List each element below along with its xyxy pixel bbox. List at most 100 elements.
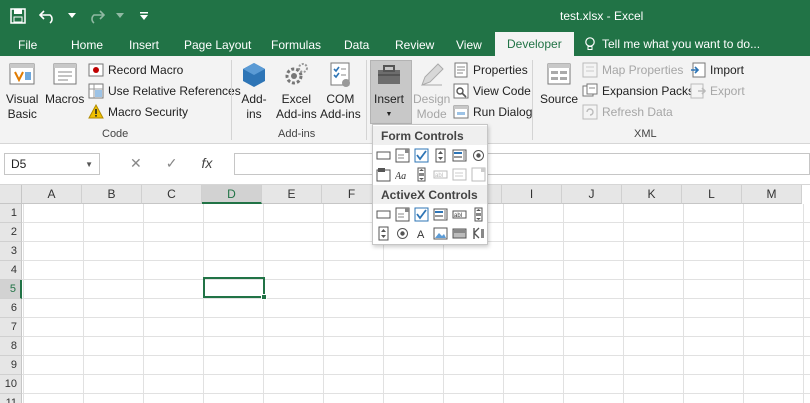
redo-icon[interactable] [86,6,106,26]
active-cell-d5[interactable] [203,277,267,300]
save-icon[interactable] [8,6,28,26]
column-header-a[interactable]: A [22,185,82,204]
export-button[interactable]: Export [690,81,745,101]
visual-basic-label-1: Visual [6,92,39,106]
column-header-m[interactable]: M [742,185,802,204]
column-header-c[interactable]: C [142,185,202,204]
formula-input[interactable] [234,153,810,175]
row-header-1[interactable]: 1 [0,204,22,223]
activex-combo-box-icon[interactable] [394,206,411,223]
insert-label: Insert [374,92,405,106]
column-header-j[interactable]: J [562,185,622,204]
row-header-7[interactable]: 7 [0,318,22,337]
enter-icon[interactable]: ✓ [166,155,178,172]
tab-review[interactable]: Review [395,38,434,52]
row-header-4[interactable]: 4 [0,261,22,280]
column-header-b[interactable]: B [82,185,142,204]
form-option-button-icon[interactable] [470,147,487,164]
more-controls-icon[interactable] [470,225,487,242]
activex-checkbox-icon[interactable] [413,206,430,223]
activex-scroll-bar-icon[interactable] [470,206,487,223]
activex-controls-row-2: A [375,225,487,242]
row-header-8[interactable]: 8 [0,337,22,356]
select-all-corner[interactable] [0,185,22,204]
map-properties-button[interactable]: Map Properties [582,60,683,80]
properties-button[interactable]: Properties [453,60,528,80]
activex-option-button-icon[interactable] [394,225,411,242]
row-header-3[interactable]: 3 [0,242,22,261]
run-dialog-icon [453,105,469,119]
run-dialog-button[interactable]: Run Dialog [453,102,532,122]
tab-insert[interactable]: Insert [129,38,159,52]
design-mode-button[interactable]: Design Mode [413,60,450,122]
fill-handle[interactable] [261,294,267,300]
tab-home[interactable]: Home [71,38,103,52]
form-scroll-bar-icon[interactable] [413,166,430,183]
properties-icon [454,62,468,78]
use-relative-references-button[interactable]: Use Relative References [88,81,241,101]
name-box[interactable]: D5 ▼ [4,153,100,175]
add-ins-icon [243,63,265,87]
form-group-box-icon[interactable] [375,166,392,183]
form-combo-box-icon[interactable] [394,147,411,164]
tab-page-layout[interactable]: Page Layout [184,38,251,52]
form-button-icon[interactable] [375,147,392,164]
column-header-i[interactable]: I [502,185,562,204]
source-button[interactable]: Source [540,60,578,107]
activex-spin-button-icon[interactable] [375,225,392,242]
insert-function-icon[interactable]: fx [201,155,212,172]
com-add-ins-label-1: COM [326,92,355,106]
row-header-6[interactable]: 6 [0,299,22,318]
activex-command-button-icon[interactable] [375,206,392,223]
tab-data[interactable]: Data [344,38,369,52]
record-macro-button[interactable]: Record Macro [88,60,183,80]
design-mode-icon [420,63,444,86]
form-list-box-icon[interactable] [451,147,468,164]
tab-file[interactable]: File [18,38,37,52]
row-header-9[interactable]: 9 [0,356,22,375]
view-code-button[interactable]: View Code [453,81,531,101]
cancel-icon[interactable]: ✕ [130,155,142,172]
form-spin-button-icon[interactable] [432,147,449,164]
column-header-e[interactable]: E [262,185,322,204]
undo-dropdown-icon[interactable] [68,6,76,26]
macros-button[interactable]: Macros [45,60,84,107]
add-ins-button[interactable]: Add- ins [239,60,269,122]
form-checkbox-icon[interactable] [413,147,430,164]
visual-basic-button[interactable]: Visual Basic [6,60,38,122]
column-header-k[interactable]: K [622,185,682,204]
tell-me-box[interactable]: Tell me what you want to do... [584,37,760,51]
expansion-packs-icon [582,83,598,97]
redo-dropdown-icon[interactable] [116,6,124,26]
row-header-11[interactable]: 11 [0,394,22,403]
warning-icon [88,104,104,119]
chevron-down-icon[interactable]: ▼ [85,160,93,169]
macro-security-button[interactable]: Macro Security [88,102,188,122]
excel-add-ins-button[interactable]: Excel Add-ins [276,60,317,122]
tab-view[interactable]: View [456,38,482,52]
macro-security-label: Macro Security [108,105,189,119]
xml-source-icon [547,63,571,85]
tab-formulas[interactable]: Formulas [271,38,321,52]
row-header-10[interactable]: 10 [0,375,22,394]
insert-controls-button[interactable]: Insert ▼ [374,60,404,122]
export-label: Export [710,84,745,98]
activex-list-box-icon[interactable] [432,206,449,223]
undo-icon[interactable] [38,6,58,26]
column-header-d[interactable]: D [202,185,262,204]
add-ins-label-2: ins [246,107,262,121]
tab-developer[interactable]: Developer [495,32,574,56]
com-add-ins-button[interactable]: COM Add-ins [320,60,361,122]
activex-label-icon[interactable]: A [413,225,430,242]
refresh-data-button[interactable]: Refresh Data [582,102,673,122]
customize-qat-icon[interactable] [134,6,154,26]
import-button[interactable]: Import [690,60,744,80]
form-label-icon[interactable]: Aa [394,166,411,183]
row-header-5[interactable]: 5 [0,280,22,299]
row-header-2[interactable]: 2 [0,223,22,242]
column-header-l[interactable]: L [682,185,742,204]
activex-image-icon[interactable] [432,225,449,242]
activex-text-box-icon[interactable]: abl [451,206,468,223]
expansion-packs-button[interactable]: Expansion Packs [582,81,694,101]
activex-toggle-button-icon[interactable] [451,225,468,242]
